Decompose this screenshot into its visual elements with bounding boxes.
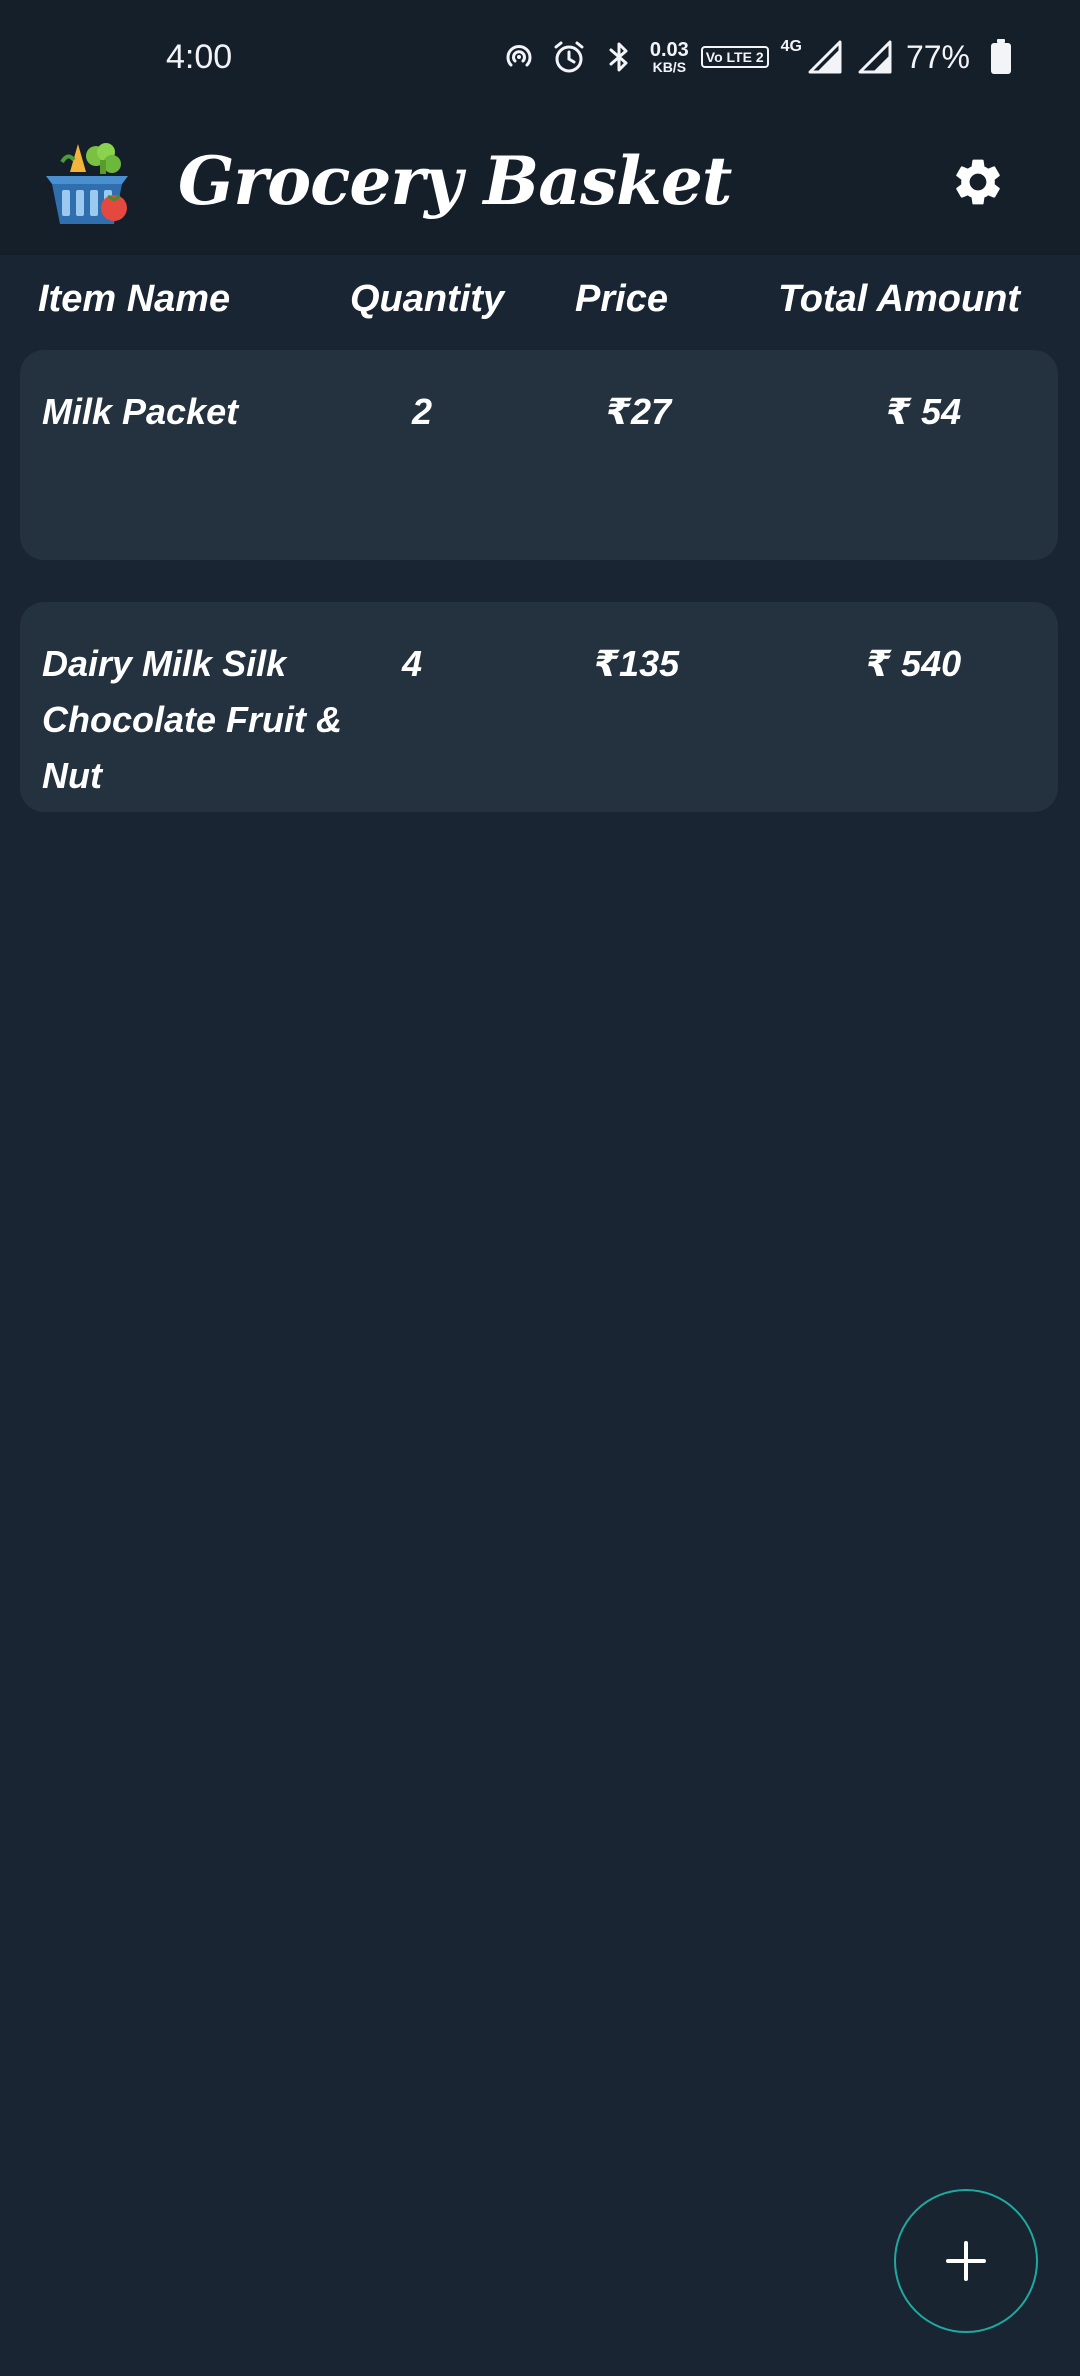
header-quantity: Quantity [350, 278, 505, 320]
header-item-name: Item Name [38, 278, 231, 320]
network-type: 4G [780, 38, 802, 55]
net-speed: 0.03 KB/S [650, 40, 689, 74]
hotspot-icon [500, 38, 538, 76]
item-price: ₹135 [594, 643, 680, 684]
status-bar: 4:00 0.03 KB/S Vo LTE 2 4G 77% [0, 0, 1080, 120]
battery-icon [982, 38, 1020, 76]
app-bar: Grocery Basket [0, 120, 1080, 255]
net-speed-unit: KB/S [652, 59, 687, 75]
list-item[interactable]: Milk Packet 2 ₹27 ₹ 54 [20, 350, 1058, 560]
signal-icon [856, 38, 894, 76]
signal-icon [806, 38, 844, 76]
grocery-basket-icon [42, 138, 132, 228]
status-time: 4:00 [166, 38, 233, 76]
volte-icon: Vo LTE 2 [700, 46, 769, 68]
settings-button[interactable] [946, 150, 1010, 214]
plus-icon [946, 2241, 986, 2281]
list-item[interactable]: Dairy Milk Silk Chocolate Fruit & Nut 4 … [20, 602, 1058, 812]
item-total: ₹ 540 [866, 643, 962, 684]
item-name: Milk Packet [42, 391, 239, 432]
add-item-button[interactable] [894, 2189, 1038, 2333]
status-icons: 0.03 KB/S Vo LTE 2 4G 77% [500, 38, 1020, 76]
item-quantity: 4 [402, 643, 423, 684]
header-total-amount: Total Amount [778, 278, 1021, 320]
battery-percent: 77% [905, 38, 970, 75]
bluetooth-icon [600, 38, 638, 76]
gear-icon [956, 159, 1000, 205]
item-price: ₹27 [606, 391, 672, 432]
item-quantity: 2 [412, 391, 433, 432]
item-name: Dairy Milk Silk Chocolate Fruit & Nut [42, 643, 343, 796]
item-total: ₹ 54 [886, 391, 962, 432]
app-title: Grocery Basket [178, 142, 732, 220]
alarm-icon [550, 38, 588, 76]
header-price: Price [575, 278, 668, 320]
net-speed-value: 0.03 [649, 39, 689, 61]
